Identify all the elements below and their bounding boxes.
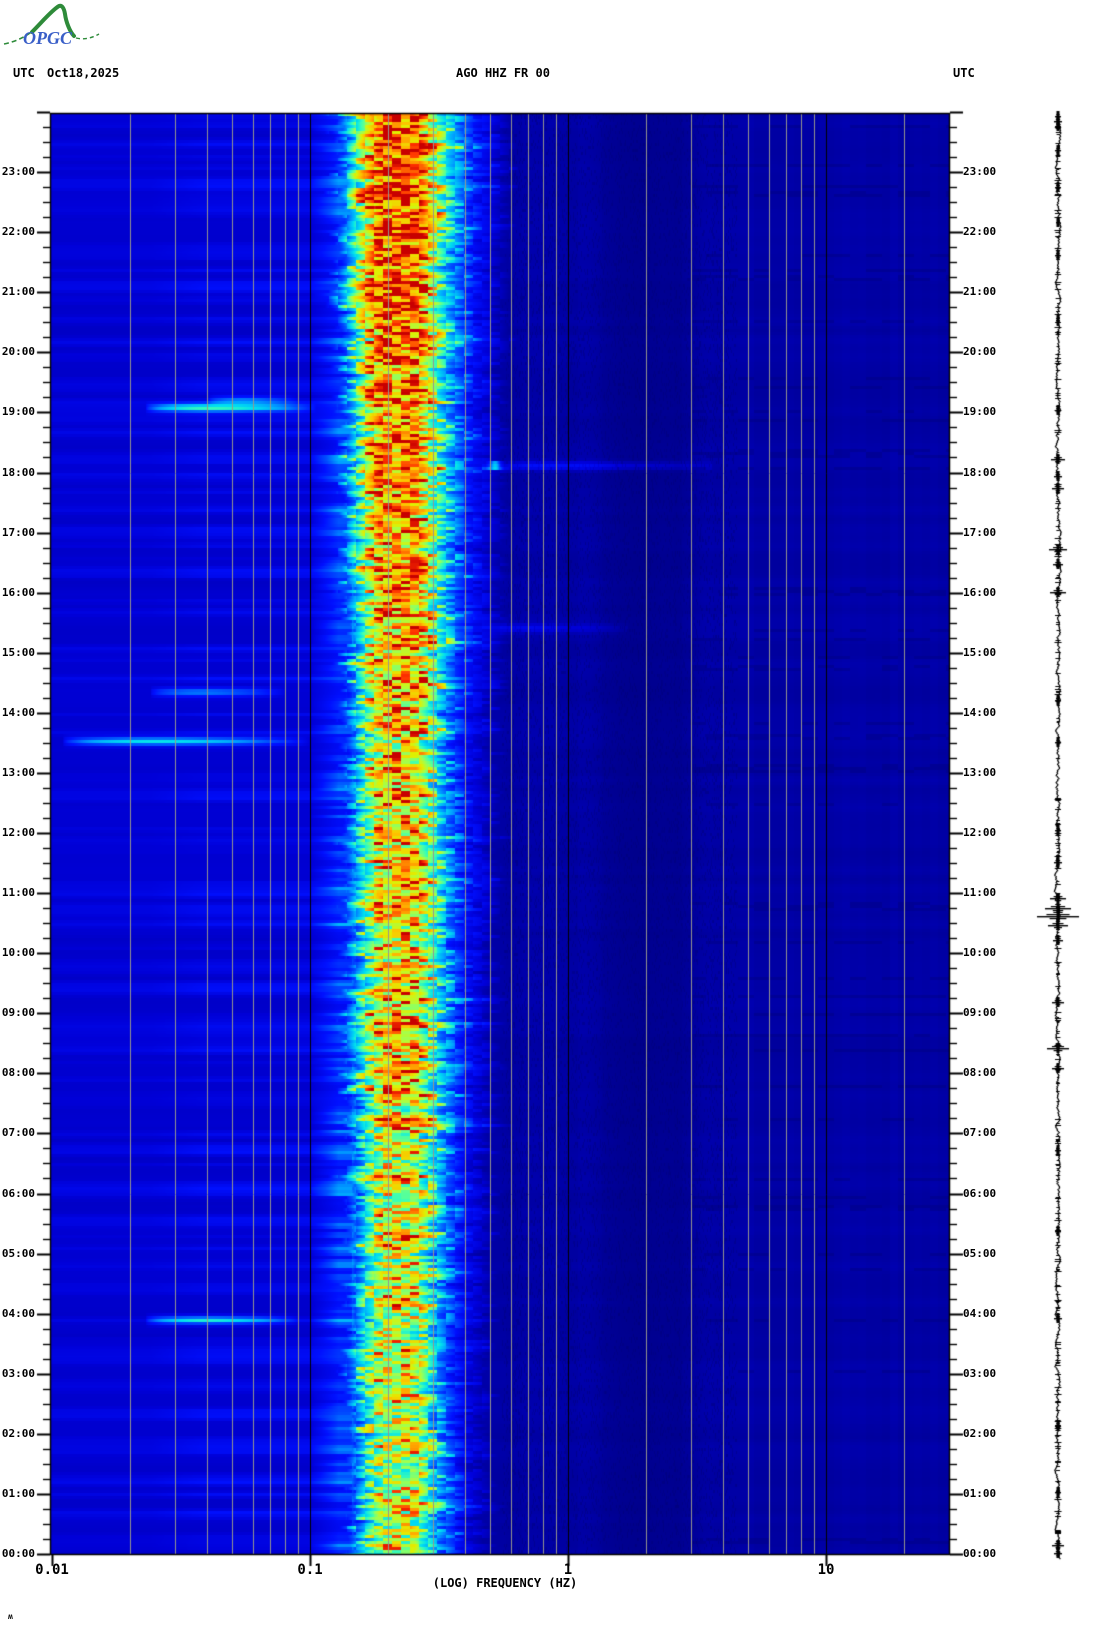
- time-label-left: 11:00: [1, 886, 35, 900]
- spectrogram-page: OPGC UTC Oct18,2025 AGO HHZ FR 00 UTC 23…: [0, 0, 1102, 1634]
- time-label-right: 08:00: [963, 1066, 997, 1080]
- spectrogram-canvas: [0, 0, 1102, 1634]
- time-label-left: 19:00: [1, 405, 35, 419]
- time-label-left: 00:00: [1, 1547, 35, 1560]
- time-label-left: 13:00: [1, 765, 35, 779]
- time-label-left: 04:00: [1, 1306, 35, 1320]
- freq-axis-title: (LOG) FREQUENCY (HZ): [432, 1576, 578, 1590]
- time-label-right: 19:00: [963, 405, 997, 419]
- time-label-left: 21:00: [1, 285, 35, 299]
- time-label-right: 10:00: [963, 946, 997, 960]
- time-label-left: 06:00: [1, 1186, 35, 1200]
- time-label-left: 05:00: [1, 1246, 35, 1260]
- time-label-left: 02:00: [1, 1426, 35, 1440]
- time-label-left: 20:00: [1, 345, 35, 359]
- time-label-right: 07:00: [963, 1126, 997, 1140]
- time-label-right: 13:00: [963, 765, 997, 779]
- time-label-right: 11:00: [963, 886, 997, 900]
- time-label-left: 07:00: [1, 1126, 35, 1140]
- time-label-left: 22:00: [1, 225, 35, 239]
- time-label-right: 02:00: [963, 1426, 997, 1440]
- time-label-left: 12:00: [1, 826, 35, 839]
- time-label-right: 05:00: [963, 1246, 997, 1260]
- time-label-right: 22:00: [963, 225, 997, 239]
- time-label-right: 09:00: [963, 1006, 997, 1020]
- freq-tick-label: 0.01: [35, 1562, 69, 1578]
- time-label-left: 08:00: [1, 1066, 35, 1080]
- time-label-right: 01:00: [963, 1486, 997, 1500]
- time-label-left: 18:00: [1, 465, 35, 479]
- time-label-right: 06:00: [963, 1186, 997, 1200]
- time-label-right: 03:00: [963, 1366, 997, 1380]
- time-label-left: 03:00: [1, 1366, 35, 1380]
- time-label-right: 16:00: [963, 585, 997, 599]
- time-label-right: 17:00: [963, 525, 997, 539]
- time-label-right: 14:00: [963, 705, 997, 719]
- time-label-left: 01:00: [1, 1486, 35, 1500]
- freq-tick-label: 0.1: [297, 1562, 323, 1578]
- time-label-right: 15:00: [963, 645, 997, 659]
- time-label-left: 15:00: [1, 645, 35, 659]
- time-label-right: 20:00: [963, 345, 997, 359]
- time-label-right: 12:00: [963, 826, 997, 839]
- time-label-left: 14:00: [1, 705, 35, 719]
- time-label-left: 09:00: [1, 1006, 35, 1020]
- time-label-left: 10:00: [1, 946, 35, 960]
- time-label-right: 23:00: [963, 165, 997, 179]
- freq-tick-label: 10: [817, 1562, 835, 1578]
- time-label-right: 04:00: [963, 1306, 997, 1320]
- time-label-right: 18:00: [963, 465, 997, 479]
- time-label-left: 17:00: [1, 525, 35, 539]
- time-label-right: 00:00: [963, 1547, 997, 1560]
- corner-mark: ʍ: [8, 1612, 13, 1621]
- time-label-right: 21:00: [963, 285, 997, 299]
- time-label-left: 16:00: [1, 585, 35, 599]
- time-label-left: 23:00: [1, 165, 35, 179]
